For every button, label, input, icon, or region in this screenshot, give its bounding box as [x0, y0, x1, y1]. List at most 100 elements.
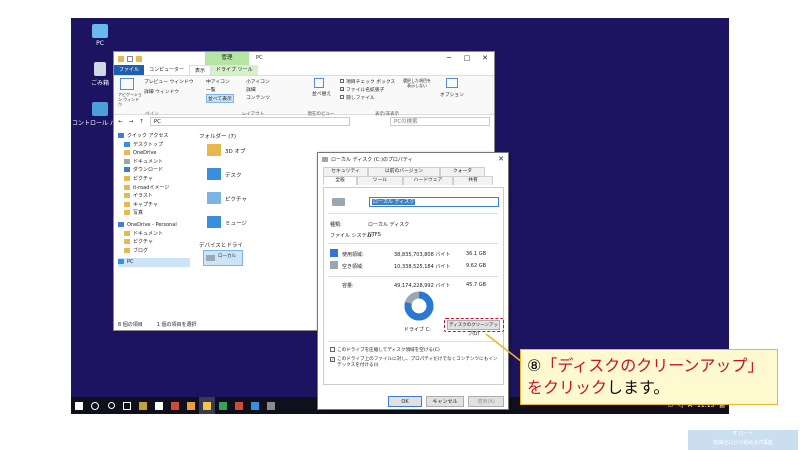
nav-item-photos[interactable]: 写真 — [118, 209, 190, 218]
tab-security[interactable]: セキュリティ — [323, 167, 368, 176]
sort-button[interactable]: 並べ替え — [312, 90, 331, 97]
folder-pictures[interactable]: ピクチャ — [225, 195, 247, 203]
nav-item-documents[interactable]: ドキュメント — [118, 158, 190, 167]
properties-icon[interactable] — [127, 55, 133, 62]
tab-sharing[interactable]: 共有 — [453, 176, 493, 185]
maximize-button[interactable]: □ — [458, 52, 476, 64]
minimize-button[interactable]: ─ — [440, 52, 458, 64]
tab-computer[interactable]: コンピューター — [144, 65, 189, 75]
nav-item-illustrations[interactable]: イラスト — [118, 192, 190, 201]
search-icon — [91, 401, 99, 410]
nav-item-desktop[interactable]: デスクトップ — [118, 141, 190, 150]
folder-3d-objects[interactable]: 3D オブ — [225, 147, 245, 155]
tab-tools[interactable]: ツール — [357, 176, 403, 185]
manage-tab-header[interactable]: 管理 — [205, 52, 249, 65]
nav-item-quick-access[interactable]: クイック アクセス — [118, 132, 190, 141]
tab-view[interactable]: 表示 — [189, 64, 212, 76]
new-folder-icon[interactable] — [136, 55, 142, 62]
windows-logo-icon — [75, 401, 83, 410]
file-extension-option[interactable]: ✓ ファイル名拡張子 — [340, 86, 384, 93]
up-button[interactable]: ↑ — [139, 119, 144, 125]
taskbar-app-7[interactable] — [247, 397, 263, 414]
taskbar-app-1[interactable] — [135, 397, 151, 414]
back-button[interactable]: ← — [118, 119, 123, 125]
task-view-button[interactable] — [119, 397, 135, 414]
nav-item-onedrive-documents[interactable]: ドキュメント — [118, 230, 190, 239]
nav-item-label: デスクトップ — [133, 141, 164, 148]
ribbon-group-pane: ナビゲーション ウィンドウ プレビュー ウィンドウ 詳細 ウィンドウ ペイン — [118, 78, 194, 117]
taskbar-app-4[interactable] — [183, 397, 199, 414]
forward-button[interactable]: → — [129, 119, 134, 125]
ribbon-group-label: レイアウト — [241, 112, 265, 117]
folder-desktop[interactable]: デスク — [225, 171, 242, 179]
download-icon — [124, 167, 130, 173]
list-option[interactable]: 一覧 — [206, 86, 216, 93]
search-input[interactable]: PCの検索 — [390, 117, 490, 126]
item-checkbox-option[interactable]: 項目チェック ボックス — [340, 78, 395, 85]
checked-checkbox-icon: ✓ — [330, 357, 335, 362]
start-button[interactable] — [71, 397, 87, 414]
taskbar-file-explorer[interactable] — [199, 397, 215, 414]
hide-selected-items-button[interactable]: 選択した項目を表示しない — [402, 78, 432, 88]
content-option[interactable]: コンテンツ — [246, 94, 270, 101]
search-button[interactable] — [87, 397, 103, 414]
tab-hardware[interactable]: ハードウェア — [403, 176, 453, 185]
cortana-button[interactable] — [103, 397, 119, 414]
nav-item-onedrive-personal[interactable]: OneDrive - Personal — [118, 221, 190, 230]
devices-group-header[interactable]: デバイスとドライ — [199, 241, 243, 249]
desktop-icon-pc[interactable]: PC — [71, 24, 129, 47]
taskbar-app-8[interactable] — [263, 397, 279, 414]
taskbar-app-6[interactable] — [231, 397, 247, 414]
file-system-label: ファイル システム: — [330, 233, 374, 239]
cancel-button[interactable]: キャンセル — [426, 396, 464, 407]
tiles-option[interactable]: 並べて表示 — [206, 94, 234, 103]
free-space-label: 空き領域: — [342, 264, 364, 270]
taskbar-app-2[interactable] — [151, 397, 167, 414]
disk-cleanup-button[interactable]: ディスクのクリーンアップ(D) — [447, 320, 500, 337]
preview-pane-button[interactable]: プレビュー ウィンドウ — [144, 78, 194, 85]
folders-group-header[interactable]: フォルダー (7) — [199, 132, 236, 140]
medium-icons-option[interactable]: 中アイコン — [206, 78, 230, 85]
address-bar[interactable]: PC — [149, 117, 350, 126]
folder-music[interactable]: ミュージ — [225, 219, 247, 227]
dialog-close-button[interactable]: ✕ — [494, 155, 508, 163]
recycle-bin-icon — [94, 62, 106, 76]
nav-item-onedrive[interactable]: OneDrive — [118, 149, 190, 158]
nav-item-pc[interactable]: PC — [118, 258, 190, 267]
nav-item-it-road-images[interactable]: it-roadイメージ — [118, 184, 190, 193]
tab-previous-versions[interactable]: 以前のバージョン — [368, 167, 440, 176]
tab-drive-tools[interactable]: ドライブ ツール — [211, 65, 258, 75]
nav-item-onedrive-pictures[interactable]: ピクチャ — [118, 238, 190, 247]
drive-c-item[interactable]: ローカル — [203, 250, 243, 266]
options-button[interactable]: オプション — [440, 91, 464, 98]
details-option[interactable]: 詳細 — [246, 86, 256, 93]
compress-drive-option[interactable]: このドライブを圧縮してディスク領域を空ける(C) — [330, 347, 500, 353]
pc-icon — [118, 259, 124, 265]
folder-icon — [124, 150, 130, 156]
tab-file[interactable]: ファイル — [114, 65, 145, 75]
ok-button[interactable]: OK — [388, 396, 422, 407]
taskbar-app-5[interactable] — [215, 397, 231, 414]
quick-access-toolbar-icon[interactable] — [118, 55, 124, 62]
nav-item-captures[interactable]: キャプチャ — [118, 201, 190, 210]
folder-icon — [124, 210, 130, 216]
drive-name-selected-text: ローカル ディスク — [372, 199, 416, 205]
navigation-pane-button[interactable]: ナビゲーション ウィンドウ — [118, 92, 142, 107]
tab-quota[interactable]: クォータ — [440, 167, 485, 176]
hidden-items-option[interactable]: 隠しファイル — [340, 94, 375, 101]
drive-name-input[interactable]: ローカル ディスク — [369, 197, 499, 207]
index-drive-option[interactable]: ✓ このドライブ上のファイルに対し、プロパティだけでなくコンテンツにもインデックス… — [330, 357, 498, 369]
nav-item-blog[interactable]: ブログ — [118, 247, 190, 256]
nav-item-downloads[interactable]: ダウンロード — [118, 166, 190, 175]
close-button[interactable]: ✕ — [476, 52, 494, 64]
nav-item-pictures[interactable]: ピクチャ — [118, 175, 190, 184]
tab-general[interactable]: 全般 — [323, 176, 357, 185]
navigation-pane: クイック アクセス デスクトップ OneDrive ドキュメント ダウンロード … — [118, 132, 190, 267]
taskbar-app-3[interactable] — [167, 397, 183, 414]
small-icons-option[interactable]: 小アイコン — [246, 78, 270, 85]
nav-item-label: ドキュメント — [133, 158, 164, 165]
details-pane-button[interactable]: 詳細 ウィンドウ — [144, 88, 179, 95]
drive-icon — [332, 198, 345, 206]
nav-item-label: 写真 — [133, 210, 144, 217]
apply-button[interactable]: 適用(A) — [468, 396, 504, 407]
